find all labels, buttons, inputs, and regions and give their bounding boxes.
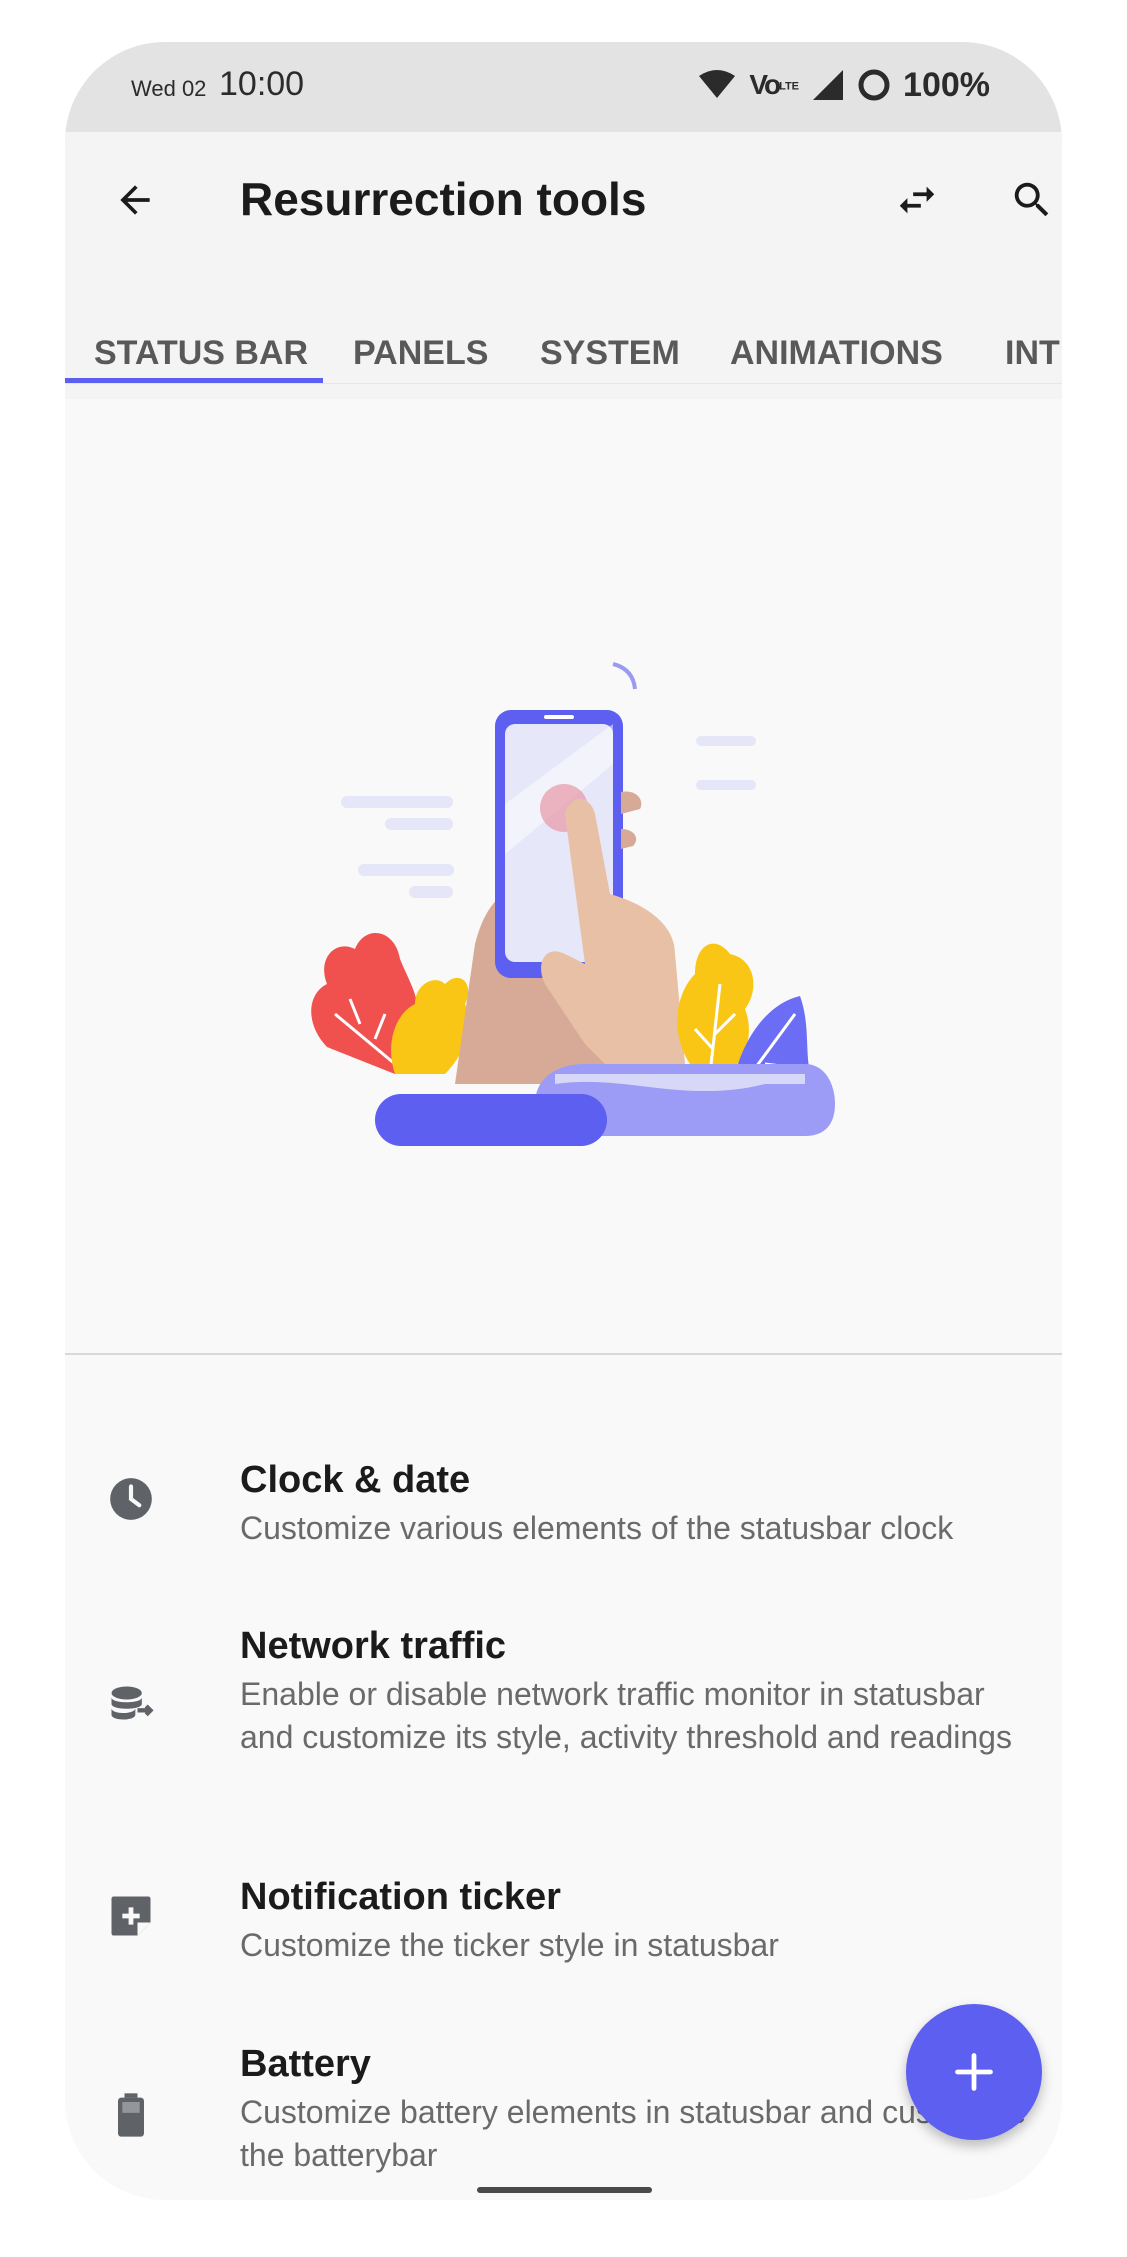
section-divider — [65, 1353, 1062, 1355]
add-fab-button[interactable] — [906, 2004, 1042, 2140]
search-icon — [1014, 182, 1049, 217]
battery-percent: 100% — [903, 65, 990, 104]
pref-title: Network traffic — [240, 1625, 507, 1667]
status-time: 10:00 — [219, 65, 305, 103]
clock-icon — [103, 1471, 159, 1527]
notification-ticker-icon — [103, 1888, 159, 1944]
swap-button[interactable] — [887, 170, 947, 230]
cell-signal-icon — [813, 70, 844, 100]
pref-clock-date[interactable]: Clock & date Customize various elements … — [65, 1459, 1062, 1569]
pref-title: Clock & date — [240, 1459, 471, 1501]
pref-notification-ticker[interactable]: Notification ticker Customize the ticker… — [65, 1876, 1062, 1986]
pref-title: Battery — [240, 2043, 371, 2085]
pref-summary: Customize battery elements in statusbar … — [240, 2094, 1027, 2173]
pref-summary: Customize the ticker style in statusbar — [240, 1927, 779, 1963]
pref-network-traffic[interactable]: Network traffic Enable or disable networ… — [65, 1625, 1062, 1805]
gesture-nav-handle[interactable] — [477, 2187, 652, 2193]
volte-label: Vo — [749, 69, 781, 100]
status-icons: VoLTE 100% — [697, 62, 990, 108]
pref-summary: Enable or disable network traffic monito… — [240, 1676, 1012, 1755]
back-button[interactable] — [105, 170, 165, 230]
add-icon — [955, 2053, 993, 2091]
swap-arrows-icon — [899, 186, 935, 214]
wifi-icon — [699, 70, 736, 98]
status-bar: Wed 02 10:00 VoLTE 100% — [65, 42, 1062, 132]
app-bar: Resurrection tools — [65, 132, 1062, 307]
pref-title: Notification ticker — [240, 1876, 561, 1918]
network-traffic-icon — [103, 1678, 159, 1734]
toolbar: Resurrection tools — [65, 132, 1062, 267]
battery-icon — [103, 2087, 159, 2143]
volte-icon: VoLTE — [749, 69, 799, 101]
hero-illustration — [65, 384, 1062, 1350]
device-screen: Wed 02 10:00 VoLTE 100% Resurrection too… — [65, 42, 1062, 2200]
status-date: Wed 02 — [131, 76, 207, 101]
pref-summary: Customize various elements of the status… — [240, 1510, 954, 1546]
arrow-back-icon — [120, 185, 150, 215]
page-title: Resurrection tools — [240, 173, 647, 225]
volte-lte-label: LTE — [779, 80, 800, 93]
hand-holding-phone-illustration — [311, 662, 835, 1146]
search-button[interactable] — [1002, 170, 1062, 230]
battery-status-icon — [858, 69, 890, 101]
